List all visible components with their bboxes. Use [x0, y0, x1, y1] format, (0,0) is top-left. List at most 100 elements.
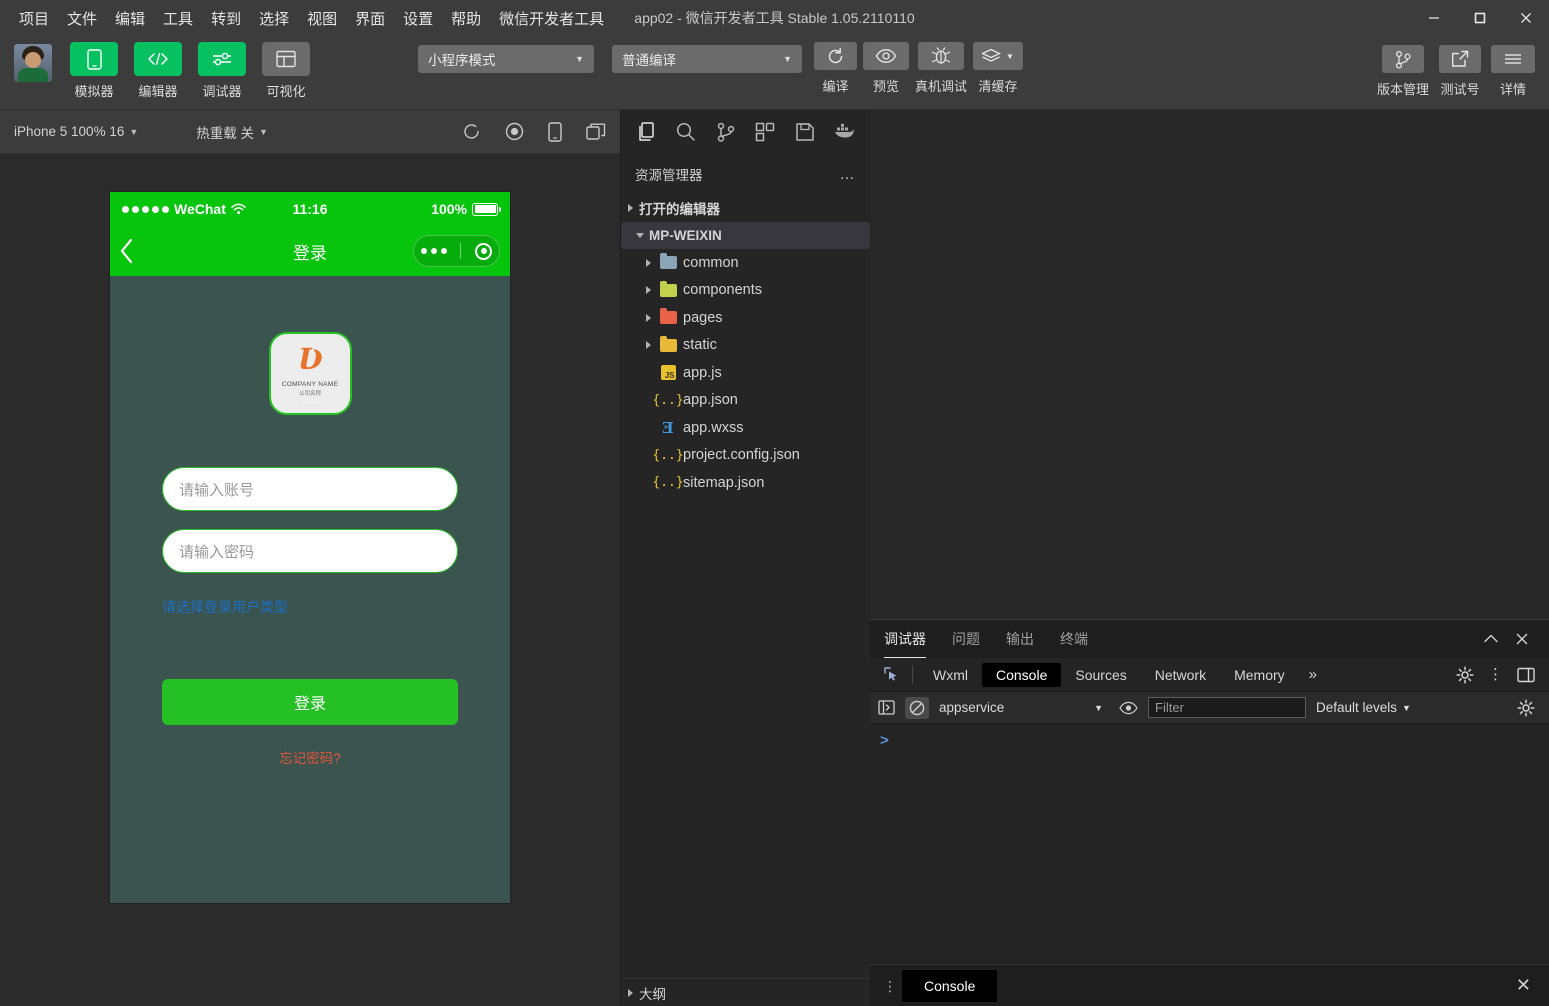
panel-tab-debugger[interactable]: 调试器 — [884, 620, 926, 658]
login-button[interactable]: 登录 — [162, 679, 458, 725]
editor-area[interactable] — [870, 110, 1549, 619]
close-button[interactable] — [1503, 0, 1549, 36]
account-input[interactable]: 请输入账号 — [162, 467, 458, 511]
tree-item-app-json[interactable]: {..} app.json — [621, 387, 870, 415]
devtools-tab-sources[interactable]: Sources — [1061, 663, 1140, 687]
details-button[interactable]: 详情 — [1491, 45, 1535, 98]
test-account-button[interactable]: 测试号 — [1439, 45, 1481, 98]
target-icon[interactable] — [475, 242, 493, 260]
panel-tab-problems[interactable]: 问题 — [952, 620, 980, 658]
tree-section-open-editors[interactable]: 打开的编辑器 — [621, 194, 870, 222]
tree-item-app-js[interactable]: JS app.js — [621, 359, 870, 387]
menu-item-project[interactable]: 项目 — [10, 4, 58, 33]
menu-item-file[interactable]: 文件 — [58, 4, 106, 33]
menu-item-tools[interactable]: 工具 — [154, 4, 202, 33]
device-icon[interactable] — [548, 121, 562, 142]
kebab-menu-icon[interactable]: ⋮ — [1488, 667, 1503, 682]
clear-console-icon[interactable] — [905, 696, 929, 719]
tree-item-pages[interactable]: pages — [621, 304, 870, 332]
capsule-menu[interactable] — [413, 235, 500, 267]
company-logo: Ʋ COMPANY NAME 公司名称 · · · · · — [268, 332, 352, 415]
logo-company-name: COMPANY NAME — [281, 380, 339, 388]
forgot-password-link[interactable]: 忘记密码? — [279, 747, 341, 767]
devtools-more-tabs-button[interactable]: » — [1299, 666, 1327, 683]
hot-reload-select[interactable]: 热重载 关 — [196, 122, 254, 142]
console-output-area[interactable]: > — [870, 724, 1549, 964]
menu-item-select[interactable]: 选择 — [250, 4, 298, 33]
inspect-element-icon[interactable] — [876, 666, 906, 683]
clear-cache-button[interactable]: ▼ 清缓存 — [973, 42, 1023, 95]
settings-gear-icon[interactable] — [1456, 665, 1474, 684]
drawer-tab-console[interactable]: Console — [902, 969, 998, 1002]
preview-button[interactable]: 预览 — [863, 42, 909, 95]
devtools-tab-network[interactable]: Network — [1141, 663, 1220, 687]
devtools-tab-memory[interactable]: Memory — [1220, 663, 1299, 687]
docker-icon[interactable] — [825, 112, 865, 152]
device-select[interactable]: iPhone 5 100% 16 — [14, 124, 124, 139]
tree-item-project-config-json[interactable]: {..} project.config.json — [621, 442, 870, 470]
tree-item-static[interactable]: static — [621, 332, 870, 360]
toggle-simulator-button[interactable]: 模拟器 — [66, 42, 122, 100]
refresh-icon[interactable] — [462, 122, 481, 141]
console-filter-input[interactable]: Filter — [1148, 697, 1306, 718]
kebab-menu-icon[interactable]: ⋮ — [878, 979, 902, 993]
compile-button[interactable]: 编译 — [814, 42, 857, 95]
tree-item-common[interactable]: common — [621, 249, 870, 277]
layout-icon — [262, 42, 310, 76]
debug-slider-icon — [198, 42, 246, 76]
select-user-type-link[interactable]: 请选择登录用户类型 — [162, 597, 458, 617]
mode-select[interactable]: 小程序模式 ▼ — [418, 45, 594, 73]
devtools-tab-wxml[interactable]: Wxml — [919, 663, 982, 687]
close-icon[interactable] — [1515, 632, 1535, 646]
editor-and-devtools: 调试器 问题 输出 终端 Wxml Console Sources Networ… — [870, 110, 1549, 1006]
tree-item-app-wxss[interactable]: Ǝ app.wxss — [621, 414, 870, 442]
dock-side-icon[interactable] — [1517, 667, 1535, 683]
menu-item-settings[interactable]: 设置 — [394, 4, 442, 33]
tree-section-mp-weixin[interactable]: MP-WEIXIN — [621, 221, 870, 249]
search-icon[interactable] — [667, 112, 707, 152]
password-input[interactable]: 请输入密码 — [162, 529, 458, 573]
files-icon[interactable] — [627, 112, 667, 152]
explorer-panel: 资源管理器 … 打开的编辑器 MP-WEIXIN common componen… — [620, 110, 870, 1006]
tree-item-components[interactable]: components — [621, 277, 870, 305]
toggle-visualization-button[interactable]: 可视化 — [258, 42, 314, 100]
panel-tab-output[interactable]: 输出 — [1006, 620, 1034, 658]
version-management-label: 版本管理 — [1376, 82, 1429, 97]
console-sidebar-icon[interactable] — [878, 700, 895, 715]
menu-item-devtools[interactable]: 微信开发者工具 — [490, 4, 613, 33]
menu-item-edit[interactable]: 编辑 — [106, 4, 154, 33]
real-device-debug-button[interactable]: 真机调试 — [915, 42, 967, 95]
source-control-icon[interactable] — [706, 112, 746, 152]
minimize-button[interactable] — [1411, 0, 1457, 36]
explorer-more-button[interactable]: … — [840, 166, 857, 183]
live-expression-icon[interactable] — [1119, 701, 1138, 715]
panel-tab-terminal[interactable]: 终端 — [1060, 620, 1088, 658]
save-all-icon[interactable] — [785, 112, 825, 152]
maximize-button[interactable] — [1457, 0, 1503, 36]
settings-gear-icon[interactable] — [1517, 698, 1541, 717]
menu-item-goto[interactable]: 转到 — [202, 4, 250, 33]
devtools-tab-console[interactable]: Console — [982, 662, 1062, 687]
bug-icon — [918, 42, 964, 70]
capsule-divider — [460, 243, 462, 259]
more-dots-icon[interactable] — [420, 248, 447, 254]
menu-item-help[interactable]: 帮助 — [442, 4, 490, 33]
console-levels-value: Default levels — [1316, 700, 1398, 715]
version-management-button[interactable]: 版本管理 — [1377, 45, 1429, 98]
compile-select[interactable]: 普通编译 ▼ — [612, 45, 802, 73]
external-link-icon — [1439, 45, 1481, 73]
toggle-debugger-button[interactable]: 调试器 — [194, 42, 250, 100]
menu-item-interface[interactable]: 界面 — [346, 4, 394, 33]
multi-window-icon[interactable] — [586, 123, 606, 141]
record-icon[interactable] — [505, 122, 524, 141]
menu-item-view[interactable]: 视图 — [298, 4, 346, 33]
toggle-editor-button[interactable]: 编辑器 — [130, 42, 186, 100]
tree-item-sitemap-json[interactable]: {..} sitemap.json — [621, 469, 870, 497]
console-context-select[interactable]: appservice ▼ — [939, 700, 1109, 715]
console-levels-select[interactable]: Default levels ▼ — [1316, 700, 1411, 715]
chevron-up-icon[interactable] — [1483, 633, 1499, 645]
drawer-close-button[interactable]: ✕ — [1516, 975, 1541, 996]
extensions-icon[interactable] — [746, 112, 786, 152]
user-avatar[interactable] — [14, 44, 52, 82]
outline-section[interactable]: 大纲 — [621, 978, 870, 1006]
